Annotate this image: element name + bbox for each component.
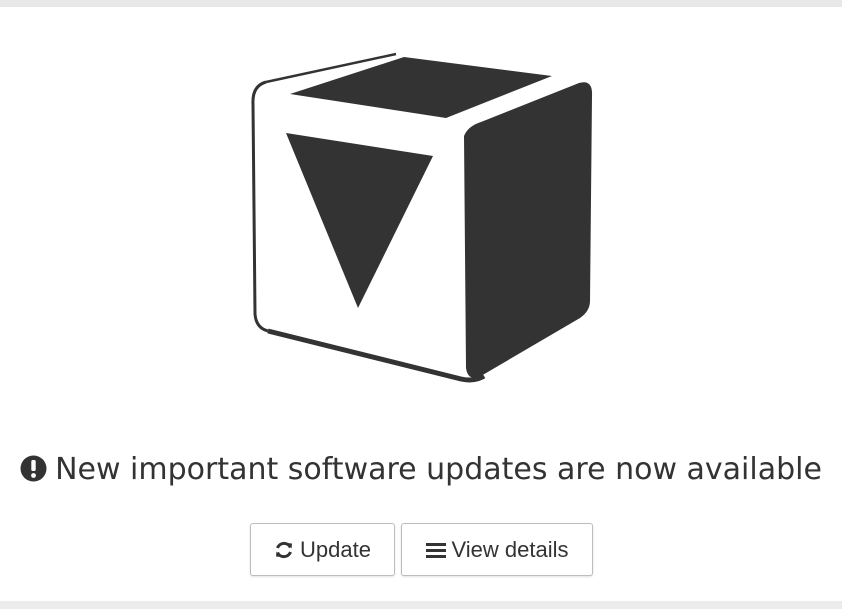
package-box-icon bbox=[251, 52, 593, 383]
refresh-icon bbox=[276, 541, 293, 558]
view-details-button[interactable]: View details bbox=[401, 523, 593, 576]
view-details-button-label: View details bbox=[451, 536, 569, 562]
update-message: New important software updates are now a… bbox=[0, 448, 842, 492]
top-border bbox=[0, 0, 842, 7]
update-button-label: Update bbox=[300, 536, 371, 562]
list-icon bbox=[425, 542, 446, 558]
exclamation-circle-icon bbox=[20, 455, 47, 482]
update-button[interactable]: Update bbox=[250, 523, 395, 576]
update-message-text: New important software updates are now a… bbox=[55, 452, 822, 487]
bottom-border bbox=[0, 601, 842, 609]
